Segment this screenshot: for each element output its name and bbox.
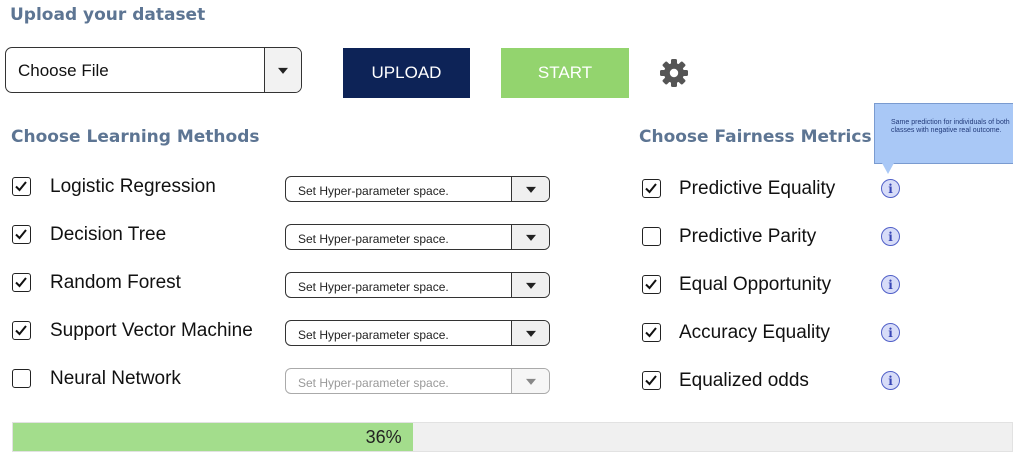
- start-button[interactable]: START: [501, 48, 629, 98]
- gear-icon[interactable]: [658, 57, 690, 89]
- metric-label: Equalized odds: [679, 370, 809, 391]
- tooltip-tail: [882, 163, 894, 174]
- method-checkbox[interactable]: [12, 177, 31, 196]
- metric-label: Predictive Parity: [679, 226, 817, 247]
- chevron-down-icon: [278, 67, 288, 74]
- method-label: Random Forest: [50, 272, 181, 293]
- chevron-down-icon: [525, 282, 536, 289]
- metric-checkbox[interactable]: [642, 275, 661, 294]
- chevron-down-icon: [525, 330, 536, 337]
- metric-label: Predictive Equality: [679, 178, 836, 199]
- hyperparam-select[interactable]: Set Hyper-parameter space.: [285, 176, 550, 202]
- hyperparam-select-dropdown[interactable]: [511, 369, 549, 393]
- hyperparam-select[interactable]: Set Hyper-parameter space.: [285, 320, 550, 346]
- hyperparam-select-value: Set Hyper-parameter space.: [298, 280, 449, 294]
- chevron-down-icon: [525, 378, 536, 385]
- metric-checkbox[interactable]: [642, 227, 661, 246]
- metric-label: Equal Opportunity: [679, 274, 832, 295]
- hyperparam-select[interactable]: Set Hyper-parameter space.: [285, 224, 550, 250]
- hyperparam-select-dropdown[interactable]: [511, 225, 549, 249]
- file-select-dropdown[interactable]: [264, 48, 301, 92]
- method-checkbox[interactable]: [12, 369, 31, 388]
- metric-checkbox[interactable]: [642, 371, 661, 390]
- info-tooltip: Same prediction for individuals of both …: [874, 103, 1013, 164]
- chevron-down-icon: [525, 186, 536, 193]
- hyperparam-select[interactable]: Set Hyper-parameter space.: [285, 272, 550, 298]
- hyperparam-select-dropdown[interactable]: [511, 273, 549, 297]
- info-icon[interactable]: i: [881, 323, 900, 342]
- metric-checkbox[interactable]: [642, 179, 661, 198]
- chevron-down-icon: [525, 234, 536, 241]
- info-icon[interactable]: i: [881, 275, 900, 294]
- hyperparam-select-value: Set Hyper-parameter space.: [298, 376, 449, 390]
- learning-methods-heading: Choose Learning Methods: [11, 127, 260, 147]
- info-icon[interactable]: i: [881, 179, 900, 198]
- hyperparam-select-value: Set Hyper-parameter space.: [298, 184, 449, 198]
- metric-checkbox[interactable]: [642, 323, 661, 342]
- hyperparam-select[interactable]: Set Hyper-parameter space.: [285, 368, 550, 394]
- file-select[interactable]: Choose File: [5, 47, 302, 93]
- hyperparam-select-value: Set Hyper-parameter space.: [298, 232, 449, 246]
- info-icon[interactable]: i: [881, 227, 900, 246]
- method-label: Decision Tree: [50, 224, 167, 245]
- hyperparam-select-dropdown[interactable]: [511, 177, 549, 201]
- metric-label: Accuracy Equality: [679, 322, 831, 343]
- method-label: Neural Network: [50, 368, 181, 389]
- file-select-label: Choose File: [18, 61, 109, 80]
- method-label: Logistic Regression: [50, 176, 216, 197]
- upload-button[interactable]: UPLOAD: [343, 48, 470, 98]
- fairness-metrics-heading: Choose Fairness Metrics: [639, 127, 872, 147]
- method-checkbox[interactable]: [12, 273, 31, 292]
- hyperparam-select-dropdown[interactable]: [511, 321, 549, 345]
- info-icon[interactable]: i: [881, 371, 900, 390]
- method-label: Support Vector Machine: [50, 320, 253, 341]
- method-checkbox[interactable]: [12, 321, 31, 340]
- hyperparam-select-value: Set Hyper-parameter space.: [298, 328, 449, 342]
- progress-label: 36%: [365, 426, 402, 447]
- method-checkbox[interactable]: [12, 225, 31, 244]
- progress-bar: 36%: [12, 422, 1013, 452]
- upload-heading: Upload your dataset: [10, 5, 206, 25]
